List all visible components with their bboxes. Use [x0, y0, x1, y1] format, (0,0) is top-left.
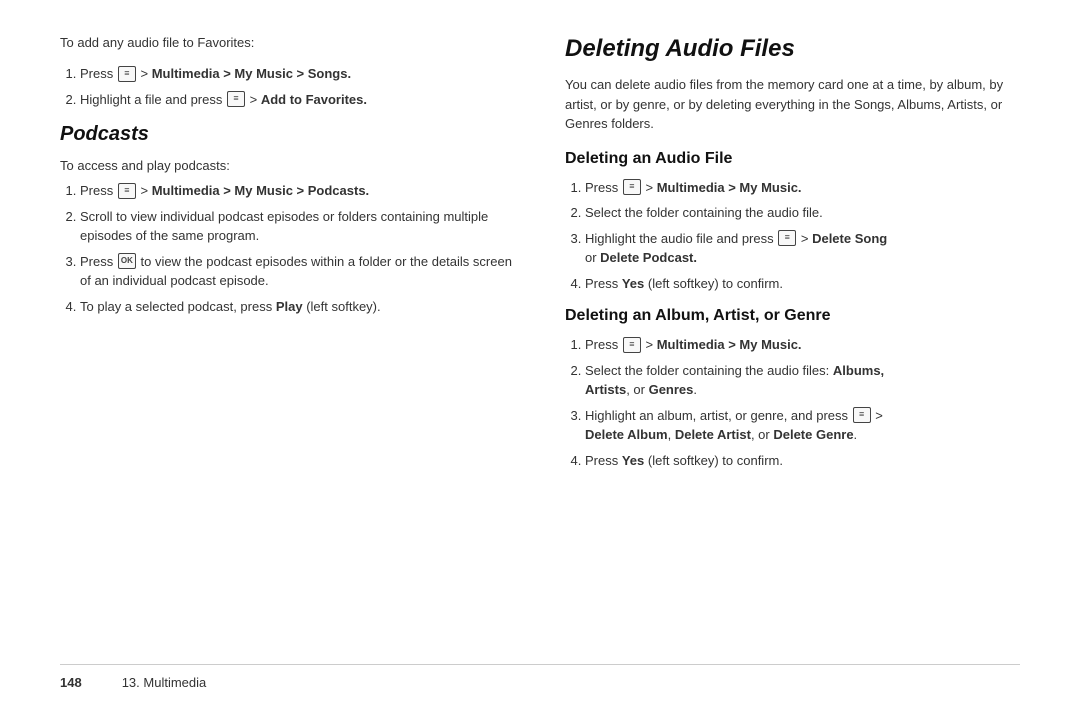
menu-icon-af1: ≡: [623, 179, 641, 195]
podcasts-label: To access and play podcasts:: [60, 158, 515, 173]
menu-icon-pod1: ≡: [118, 183, 136, 199]
al-step2-prefix: Select the folder containing the audio f…: [585, 363, 884, 398]
right-column: Deleting Audio Files You can delete audi…: [565, 30, 1020, 654]
fav-step2-text: Highlight a file and press: [80, 92, 226, 107]
album-title: Deleting an Album, Artist, or Genre: [565, 307, 1020, 325]
al-step1-nav: > Multimedia > My Music.: [645, 337, 801, 352]
menu-icon-al3: ≡: [853, 407, 871, 423]
al-step2: Select the folder containing the audio f…: [585, 361, 1020, 400]
page-container: To add any audio file to Favorites: Pres…: [0, 0, 1080, 720]
af-step3-prefix: Highlight the audio file and press: [585, 231, 777, 246]
pod-step3: Press OK to view the podcast episodes wi…: [80, 252, 515, 291]
deleting-title: Deleting Audio Files: [565, 35, 1020, 63]
pod-step1-press: Press: [80, 183, 113, 198]
ok-icon: OK: [118, 253, 136, 269]
menu-icon-1: ≡: [118, 66, 136, 82]
content-area: To add any audio file to Favorites: Pres…: [60, 30, 1020, 654]
left-column: To add any audio file to Favorites: Pres…: [60, 30, 515, 654]
pod-step4: To play a selected podcast, press Play (…: [80, 297, 515, 317]
al-step3-prefix: Highlight an album, artist, or genre, an…: [585, 408, 852, 423]
af-step1-press: Press: [585, 180, 618, 195]
al-step4: Press Yes (left softkey) to confirm.: [585, 451, 1020, 471]
al-step1-press: Press: [585, 337, 618, 352]
footer-page-number: 148: [60, 675, 82, 690]
af-step1-nav: > Multimedia > My Music.: [645, 180, 801, 195]
af-step1: Press ≡ > Multimedia > My Music.: [585, 178, 1020, 198]
menu-icon-al1: ≡: [623, 337, 641, 353]
af-step3-suffix: or Delete Podcast.: [585, 250, 697, 265]
af-step4-text: Press Yes (left softkey) to confirm.: [585, 276, 783, 291]
pod-step2: Scroll to view individual podcast episod…: [80, 207, 515, 246]
podcasts-title: Podcasts: [60, 123, 515, 146]
pod-step3-mid: to view the podcast episodes within a fo…: [80, 254, 512, 289]
fav-step1-nav: > Multimedia > My Music > Songs.: [140, 66, 351, 81]
audio-file-list: Press ≡ > Multimedia > My Music. Select …: [565, 178, 1020, 294]
pod-step1-nav: > Multimedia > My Music > Podcasts.: [140, 183, 369, 198]
al-step3-nav: >: [875, 408, 883, 423]
al-step4-text: Press Yes (left softkey) to confirm.: [585, 453, 783, 468]
af-step3-nav: > Delete Song: [801, 231, 887, 246]
podcasts-section: Podcasts To access and play podcasts: Pr…: [60, 123, 515, 316]
fav-step2-nav: > Add to Favorites.: [250, 92, 367, 107]
fav-step1-press: Press: [80, 66, 113, 81]
fav-step2: Highlight a file and press ≡ > Add to Fa…: [80, 90, 515, 110]
af-step3: Highlight the audio file and press ≡ > D…: [585, 229, 1020, 268]
al-step3-bold: Delete Album, Delete Artist, or Delete G…: [585, 427, 857, 442]
audio-file-title: Deleting an Audio File: [565, 150, 1020, 168]
fav-step1: Press ≡ > Multimedia > My Music > Songs.: [80, 64, 515, 84]
podcasts-list: Press ≡ > Multimedia > My Music > Podcas…: [60, 181, 515, 316]
menu-icon-af3: ≡: [778, 230, 796, 246]
favorites-list: Press ≡ > Multimedia > My Music > Songs.…: [60, 64, 515, 109]
description-text: You can delete audio files from the memo…: [565, 75, 1020, 134]
pod-step1: Press ≡ > Multimedia > My Music > Podcas…: [80, 181, 515, 201]
al-step3: Highlight an album, artist, or genre, an…: [585, 406, 1020, 445]
af-step2: Select the folder containing the audio f…: [585, 203, 1020, 223]
af-step4: Press Yes (left softkey) to confirm.: [585, 274, 1020, 294]
footer-chapter: 13. Multimedia: [122, 675, 207, 690]
pod-step3-press: Press: [80, 254, 113, 269]
intro-label: To add any audio file to Favorites:: [60, 35, 515, 50]
al-step1: Press ≡ > Multimedia > My Music.: [585, 335, 1020, 355]
footer: 148 13. Multimedia: [60, 664, 1020, 690]
album-list: Press ≡ > Multimedia > My Music. Select …: [565, 335, 1020, 470]
menu-icon-2: ≡: [227, 91, 245, 107]
pod-step4-text: To play a selected podcast, press Play (…: [80, 299, 381, 314]
